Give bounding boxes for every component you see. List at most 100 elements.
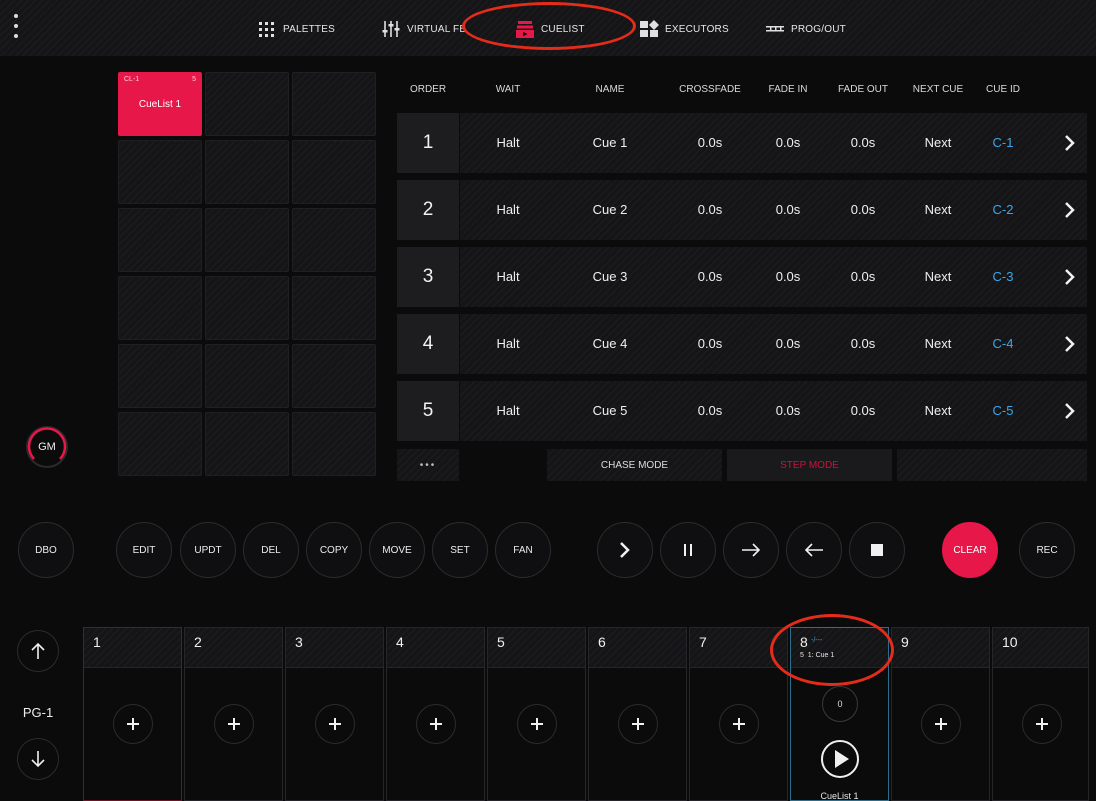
go-button[interactable] bbox=[597, 522, 653, 578]
executor-header: 8 -/--- 5 1: Cue 1 bbox=[791, 628, 888, 668]
cue-wait: Halt bbox=[496, 135, 520, 150]
page-down-button[interactable] bbox=[17, 738, 59, 780]
cue-row[interactable]: 2 Halt Cue 2 0.0s 0.0s 0.0s Next C-2 bbox=[397, 180, 1087, 240]
update-button[interactable]: UPDT bbox=[180, 522, 236, 578]
cue-order: 5 bbox=[397, 381, 459, 441]
grand-master-knob[interactable]: GM bbox=[26, 426, 68, 468]
add-executor-button[interactable] bbox=[416, 704, 456, 744]
cue-row[interactable]: 5 Halt Cue 5 0.0s 0.0s 0.0s Next C-5 bbox=[397, 381, 1087, 441]
executor-slot[interactable]: 9 bbox=[891, 627, 990, 801]
executor-slot-active[interactable]: 8 -/--- 5 1: Cue 1 0 CueList 1 bbox=[790, 627, 889, 801]
executor-slot[interactable]: 7 bbox=[689, 627, 788, 801]
pool-cell-empty[interactable] bbox=[118, 344, 202, 408]
delete-button[interactable]: DEL bbox=[243, 522, 299, 578]
add-executor-button[interactable] bbox=[113, 704, 153, 744]
pool-cell-empty[interactable] bbox=[205, 276, 289, 340]
tab-virtual-fb[interactable]: VIRTUAL FB bbox=[382, 18, 466, 40]
pool-cell-empty[interactable] bbox=[292, 412, 376, 476]
move-button[interactable]: MOVE bbox=[369, 522, 425, 578]
record-button[interactable]: REC bbox=[1019, 522, 1075, 578]
chevron-right-icon[interactable] bbox=[1063, 133, 1077, 153]
executor-header: 5 bbox=[488, 628, 585, 668]
add-executor-button[interactable] bbox=[1022, 704, 1062, 744]
executor-number: 10 bbox=[1002, 634, 1018, 650]
column-header: ORDER bbox=[409, 84, 447, 95]
pool-cell-empty[interactable] bbox=[118, 208, 202, 272]
cue-next: Next bbox=[924, 202, 952, 217]
cue-row[interactable]: 1 Halt Cue 1 0.0s 0.0s 0.0s Next C-1 bbox=[397, 113, 1087, 173]
pool-cell-empty[interactable] bbox=[205, 72, 289, 136]
pool-cell-empty[interactable] bbox=[118, 412, 202, 476]
chevron-right-icon[interactable] bbox=[1063, 334, 1077, 354]
pool-cell-empty[interactable] bbox=[292, 276, 376, 340]
add-executor-button[interactable] bbox=[214, 704, 254, 744]
cue-id: C-1 bbox=[992, 135, 1014, 150]
pool-cell-empty[interactable] bbox=[118, 140, 202, 204]
chevron-right-icon[interactable] bbox=[1063, 267, 1077, 287]
executor-header: 9 bbox=[892, 628, 989, 668]
pool-cell-empty[interactable] bbox=[292, 344, 376, 408]
pool-cell-empty[interactable] bbox=[205, 140, 289, 204]
executor-play-button[interactable] bbox=[819, 738, 861, 780]
chase-mode-button[interactable]: CHASE MODE bbox=[547, 449, 722, 481]
cue-row[interactable]: 4 Halt Cue 4 0.0s 0.0s 0.0s Next C-4 bbox=[397, 314, 1087, 374]
cue-fade-in: 0.0s bbox=[775, 202, 801, 217]
executor-slot[interactable]: 3 bbox=[285, 627, 384, 801]
cue-row[interactable]: 3 Halt Cue 3 0.0s 0.0s 0.0s Next C-3 bbox=[397, 247, 1087, 307]
executor-number: 4 bbox=[396, 634, 404, 650]
cue-row-body: Halt Cue 1 0.0s 0.0s 0.0s Next C-1 bbox=[460, 113, 1087, 173]
pool-cell-empty[interactable] bbox=[292, 208, 376, 272]
plus-icon bbox=[329, 718, 341, 730]
pause-button[interactable] bbox=[660, 522, 716, 578]
tab-executors[interactable]: EXECUTORS bbox=[640, 18, 729, 40]
pool-cell-empty[interactable] bbox=[292, 72, 376, 136]
cue-crossfade: 0.0s bbox=[697, 269, 723, 284]
chevron-right-icon[interactable] bbox=[1063, 200, 1077, 220]
executor-slot[interactable]: 6 bbox=[588, 627, 687, 801]
cue-fade-out: 0.0s bbox=[850, 202, 876, 217]
next-button[interactable] bbox=[723, 522, 779, 578]
footer-empty-segment bbox=[897, 449, 1087, 481]
cuelist-pool: CL-1 5 CueList 1 bbox=[118, 72, 376, 476]
executor-header: 6 bbox=[589, 628, 686, 668]
pool-cell-cuelist-1[interactable]: CL-1 5 CueList 1 bbox=[118, 72, 202, 136]
executor-slot[interactable]: 10 bbox=[992, 627, 1089, 801]
cue-crossfade: 0.0s bbox=[697, 403, 723, 418]
column-header: FADE IN bbox=[768, 84, 808, 95]
executor-slot[interactable]: 2 bbox=[184, 627, 283, 801]
add-executor-button[interactable] bbox=[618, 704, 658, 744]
chevron-right-icon[interactable] bbox=[1063, 401, 1077, 421]
pool-cell-empty[interactable] bbox=[205, 208, 289, 272]
tab-cuelist[interactable]: CUELIST bbox=[516, 18, 585, 40]
prog-out-icon bbox=[766, 20, 784, 38]
more-options-button[interactable]: ••• bbox=[397, 449, 459, 481]
pool-cell-empty[interactable] bbox=[205, 412, 289, 476]
dbo-button[interactable]: DBO bbox=[18, 522, 74, 578]
pool-cell-empty[interactable] bbox=[118, 276, 202, 340]
executor-slot[interactable]: 5 bbox=[487, 627, 586, 801]
menu-icon[interactable] bbox=[12, 14, 20, 38]
add-executor-button[interactable] bbox=[315, 704, 355, 744]
tab-prog-out[interactable]: PROG/OUT bbox=[766, 18, 846, 40]
tab-palettes[interactable]: PALETTES bbox=[258, 18, 335, 40]
back-button[interactable] bbox=[786, 522, 842, 578]
add-executor-button[interactable] bbox=[719, 704, 759, 744]
executor-slot[interactable]: 4 bbox=[386, 627, 485, 801]
add-executor-button[interactable] bbox=[921, 704, 961, 744]
executor-header: 4 bbox=[387, 628, 484, 668]
executor-slot[interactable]: 1 bbox=[83, 627, 182, 801]
executor-level-knob[interactable]: 0 bbox=[822, 686, 858, 722]
step-mode-button[interactable]: STEP MODE bbox=[727, 449, 892, 481]
fan-button[interactable]: FAN bbox=[495, 522, 551, 578]
add-executor-button[interactable] bbox=[517, 704, 557, 744]
cue-fade-out: 0.0s bbox=[850, 135, 876, 150]
clear-button[interactable]: CLEAR bbox=[942, 522, 998, 578]
plus-icon bbox=[632, 718, 644, 730]
copy-button[interactable]: COPY bbox=[306, 522, 362, 578]
edit-button[interactable]: EDIT bbox=[116, 522, 172, 578]
stop-button[interactable] bbox=[849, 522, 905, 578]
pool-cell-empty[interactable] bbox=[205, 344, 289, 408]
pool-cell-empty[interactable] bbox=[292, 140, 376, 204]
set-button[interactable]: SET bbox=[432, 522, 488, 578]
page-up-button[interactable] bbox=[17, 630, 59, 672]
